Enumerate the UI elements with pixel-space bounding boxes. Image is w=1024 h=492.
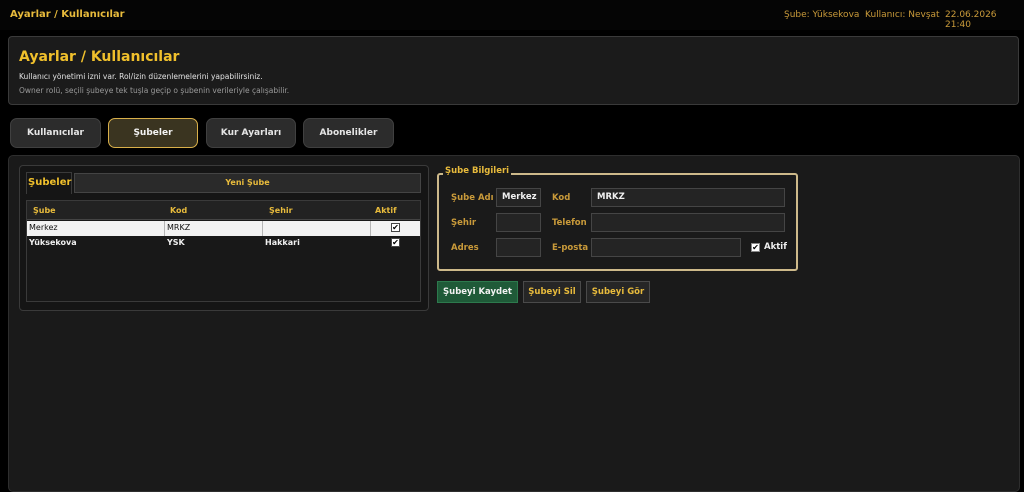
subtab-new-branch[interactable]: Yeni Şube — [74, 173, 421, 193]
cell-branch: Merkez — [27, 221, 165, 236]
current-datetime: 22.06.2026 21:40 — [945, 10, 997, 30]
email-field[interactable] — [591, 238, 741, 257]
column-header-branch[interactable]: Şube — [33, 206, 56, 215]
cell-city — [263, 221, 371, 236]
current-branch: Şube: Yüksekova — [784, 10, 860, 20]
current-user: Kullanıcı: Nevşat — [865, 10, 940, 20]
address-field[interactable] — [496, 238, 541, 257]
phone-label: Telefon — [552, 218, 587, 228]
active-label: Aktif — [764, 242, 787, 252]
tab-subscriptions[interactable]: Abonelikler — [303, 118, 394, 148]
active-checkbox[interactable]: ✔ — [391, 223, 400, 232]
column-header-active[interactable]: Aktif — [375, 206, 397, 215]
active-checkbox[interactable]: ✔ — [751, 243, 760, 252]
cell-branch: Yüksekova — [29, 238, 77, 247]
table-row[interactable]: Yüksekova YSK Hakkari ✔ — [27, 236, 420, 251]
branch-name-label: Şube Adı — [451, 193, 494, 203]
delete-branch-button[interactable]: Şubeyi Sil — [523, 281, 581, 303]
address-label: Adres — [451, 243, 479, 253]
save-branch-button[interactable]: Şubeyi Kaydet — [437, 281, 518, 303]
tab-users[interactable]: Kullanıcılar — [10, 118, 101, 148]
cell-city: Hakkari — [265, 238, 300, 247]
email-label: E-posta — [552, 243, 589, 253]
city-label: Şehir — [451, 218, 477, 228]
column-header-code[interactable]: Kod — [170, 206, 187, 215]
cell-code: MRKZ — [165, 221, 263, 236]
app-title: Ayarlar / Kullanıcılar — [10, 9, 125, 20]
cell-code: YSK — [167, 238, 185, 247]
tab-currency-settings[interactable]: Kur Ayarları — [206, 118, 296, 148]
page-title: Ayarlar / Kullanıcılar — [19, 49, 180, 65]
permission-note: Kullanıcı yönetimi izni var. Rol/izin dü… — [19, 72, 263, 81]
branch-name-field[interactable]: Merkez — [496, 188, 541, 207]
branch-info-legend: Şube Bilgileri — [443, 166, 512, 176]
page-header: Ayarlar / Kullanıcılar Kullanıcı yönetim… — [8, 36, 1019, 105]
subtab-branch-list[interactable]: Şubeler — [26, 172, 72, 194]
code-field[interactable]: MRKZ — [591, 188, 785, 207]
active-checkbox[interactable]: ✔ — [391, 238, 400, 247]
table-row[interactable]: Merkez MRKZ ✔ — [27, 221, 420, 236]
code-label: Kod — [552, 193, 571, 203]
phone-field[interactable] — [591, 213, 785, 232]
owner-note: Owner rolü, seçili şubeye tek tuşla geçi… — [19, 86, 290, 95]
city-field[interactable] — [496, 213, 541, 232]
table-header: Şube Kod Şehir Aktif — [27, 201, 420, 220]
top-bar: Ayarlar / Kullanıcılar Şube: Yüksekova K… — [0, 0, 1024, 30]
view-branch-button[interactable]: Şubeyi Gör — [586, 281, 650, 303]
branch-table: Şube Kod Şehir Aktif Merkez MRKZ ✔ Yükse… — [26, 200, 421, 302]
tab-branches[interactable]: Şubeler — [108, 118, 198, 148]
column-header-city[interactable]: Şehir — [269, 206, 293, 215]
